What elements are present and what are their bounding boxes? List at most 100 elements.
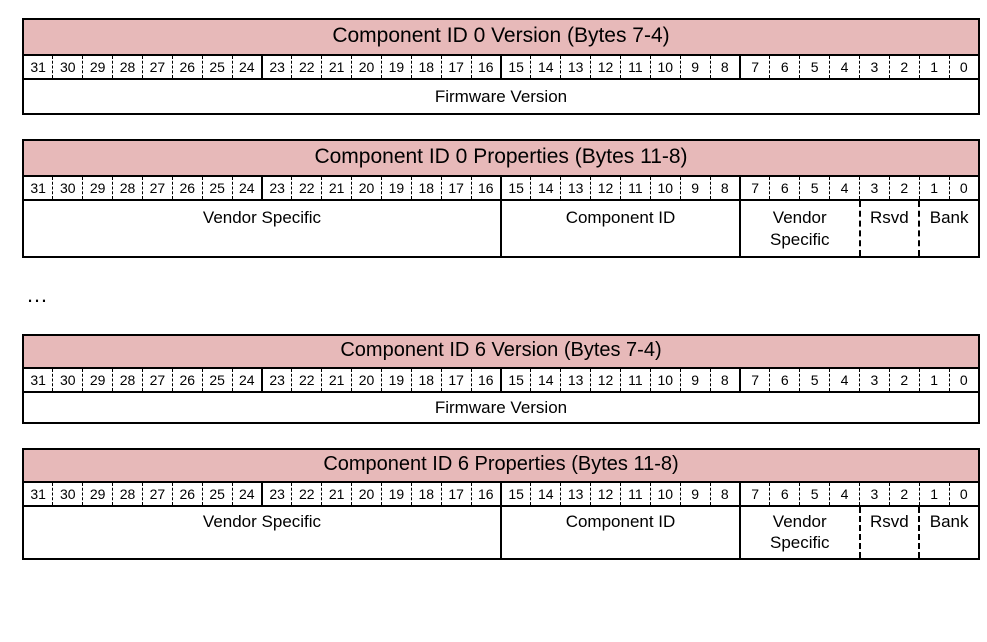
bit-cell: 4 [830, 176, 860, 200]
bit-cell: 12 [591, 482, 621, 506]
bit-cell: 11 [621, 176, 651, 200]
field-row: Vendor Specific Component ID Vendor Spec… [23, 200, 979, 257]
bit-cell: 19 [382, 368, 412, 392]
bit-cell: 26 [172, 176, 202, 200]
bit-cell: 1 [919, 368, 949, 392]
bit-cell: 14 [531, 482, 561, 506]
bit-cell: 20 [352, 55, 382, 79]
bit-cell: 3 [860, 176, 890, 200]
bit-cell: 10 [650, 482, 680, 506]
bit-cell: 2 [889, 482, 919, 506]
bit-cell: 20 [352, 368, 382, 392]
bit-cell: 13 [561, 482, 591, 506]
bit-cell: 1 [919, 176, 949, 200]
bit-cell: 27 [143, 368, 173, 392]
bit-cell: 24 [232, 482, 262, 506]
bit-cell: 23 [262, 176, 292, 200]
bit-cell: 14 [531, 368, 561, 392]
bit-cell: 25 [202, 176, 232, 200]
bit-cell: 26 [172, 55, 202, 79]
bit-cell: 0 [949, 176, 979, 200]
ellipsis: … [26, 282, 981, 308]
bit-cell: 25 [202, 55, 232, 79]
bit-cell: 26 [172, 368, 202, 392]
bit-cell: 28 [113, 482, 143, 506]
bit-cell: 29 [83, 368, 113, 392]
bit-cell: 29 [83, 55, 113, 79]
bit-cell: 17 [441, 482, 471, 506]
bit-cell: 3 [860, 482, 890, 506]
bit-cell: 30 [53, 176, 83, 200]
bit-cell: 9 [680, 176, 710, 200]
bit-cell: 17 [441, 55, 471, 79]
bit-cell: 12 [591, 368, 621, 392]
field-component-id: Component ID [501, 506, 740, 559]
bit-cell: 25 [202, 368, 232, 392]
bit-cell: 31 [23, 176, 53, 200]
bit-cell: 5 [800, 368, 830, 392]
bit-cell: 17 [441, 176, 471, 200]
bit-cell: 16 [471, 368, 501, 392]
field-bank: Bank [919, 200, 979, 257]
bit-cell: 22 [292, 368, 322, 392]
bit-index-row: 3130292827262524 2322212019181716 151413… [23, 482, 979, 506]
bit-cell: 13 [561, 55, 591, 79]
bit-cell: 8 [710, 482, 740, 506]
bit-cell: 0 [949, 55, 979, 79]
bit-cell: 13 [561, 176, 591, 200]
bit-cell: 22 [292, 482, 322, 506]
bit-cell: 22 [292, 55, 322, 79]
register-table-comp0-version: Component ID 0 Version (Bytes 7-4) 31302… [22, 18, 980, 115]
field-vendor-specific-low: Vendor Specific [740, 506, 860, 559]
bit-cell: 16 [471, 55, 501, 79]
bit-cell: 6 [770, 55, 800, 79]
bit-cell: 18 [411, 55, 441, 79]
bit-cell: 1 [919, 482, 949, 506]
field-component-id: Component ID [501, 200, 740, 257]
bit-cell: 15 [501, 176, 531, 200]
bit-cell: 0 [949, 482, 979, 506]
register-table-comp6-version: Component ID 6 Version (Bytes 7-4) 31302… [22, 334, 980, 424]
bit-cell: 31 [23, 482, 53, 506]
bit-cell: 2 [889, 176, 919, 200]
bit-cell: 19 [382, 55, 412, 79]
bit-cell: 9 [680, 368, 710, 392]
register-title: Component ID 6 Properties (Bytes 11-8) [23, 449, 979, 482]
bit-cell: 23 [262, 368, 292, 392]
bit-cell: 0 [949, 368, 979, 392]
field-vendor-specific-low: Vendor Specific [740, 200, 860, 257]
bit-cell: 19 [382, 482, 412, 506]
bit-index-row: 3130292827262524 2322212019181716 151413… [23, 176, 979, 200]
bit-cell: 6 [770, 176, 800, 200]
bit-index-row: 3130292827262524 2322212019181716 151413… [23, 368, 979, 392]
bit-cell: 7 [740, 368, 770, 392]
bit-cell: 10 [650, 176, 680, 200]
register-table-comp0-properties: Component ID 0 Properties (Bytes 11-8) 3… [22, 139, 980, 258]
bit-cell: 10 [650, 368, 680, 392]
bit-cell: 30 [53, 482, 83, 506]
bit-cell: 28 [113, 176, 143, 200]
bit-cell: 27 [143, 55, 173, 79]
bit-cell: 24 [232, 368, 262, 392]
bit-cell: 21 [322, 368, 352, 392]
bit-cell: 11 [621, 368, 651, 392]
bit-cell: 13 [561, 368, 591, 392]
bit-cell: 18 [411, 482, 441, 506]
register-title: Component ID 0 Properties (Bytes 11-8) [23, 140, 979, 176]
bit-cell: 5 [800, 482, 830, 506]
bit-cell: 28 [113, 55, 143, 79]
bit-cell: 9 [680, 55, 710, 79]
bit-cell: 12 [591, 176, 621, 200]
bit-cell: 17 [441, 368, 471, 392]
bit-cell: 7 [740, 55, 770, 79]
field-row: Vendor Specific Component ID Vendor Spec… [23, 506, 979, 559]
field-firmware-version: Firmware Version [23, 392, 979, 423]
bit-cell: 4 [830, 368, 860, 392]
bit-cell: 3 [860, 55, 890, 79]
bit-cell: 8 [710, 176, 740, 200]
bit-cell: 30 [53, 55, 83, 79]
register-title: Component ID 6 Version (Bytes 7-4) [23, 335, 979, 368]
bit-cell: 27 [143, 482, 173, 506]
bit-cell: 7 [740, 176, 770, 200]
bit-cell: 11 [621, 482, 651, 506]
